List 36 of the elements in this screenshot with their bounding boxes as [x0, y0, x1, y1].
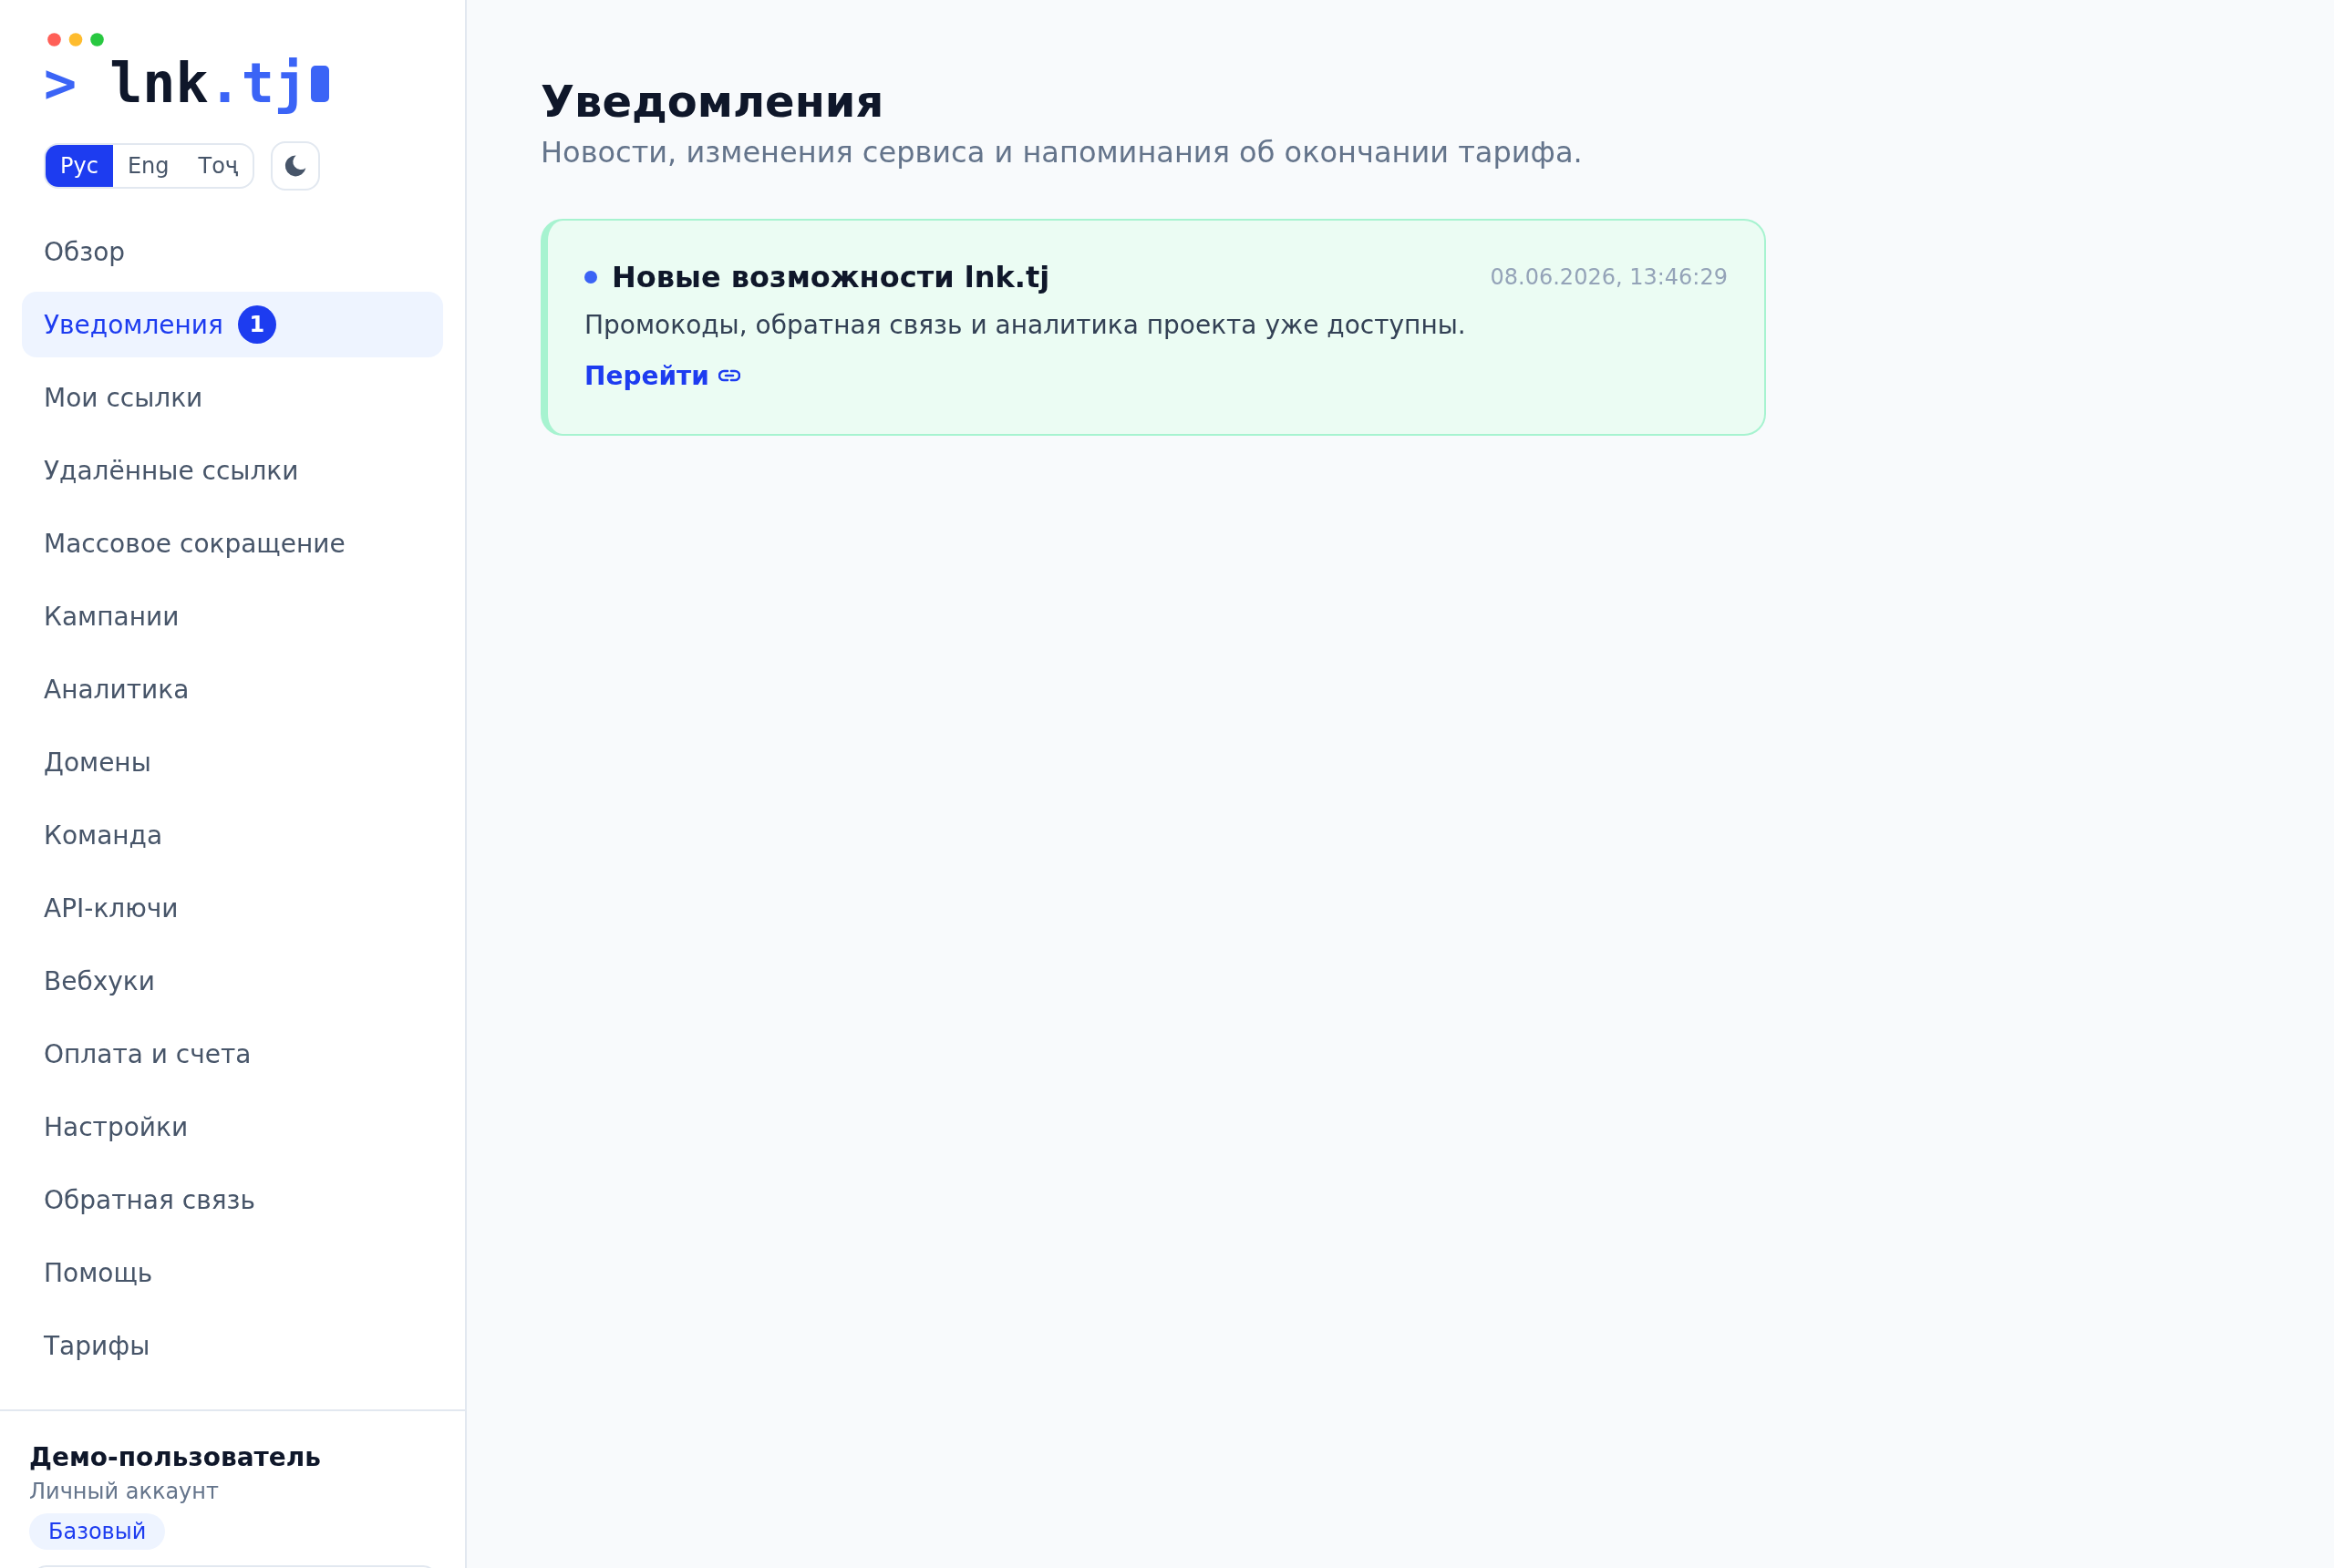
nav-item[interactable]: API-ключи	[22, 875, 443, 941]
moon-icon	[284, 154, 307, 178]
logo-prompt: >	[44, 56, 78, 110]
unread-dot-icon	[584, 271, 597, 284]
count-badge: 1	[237, 305, 276, 344]
language-option[interactable]: Рус	[46, 145, 113, 187]
notification-text: Промокоды, обратная связь и аналитика проекта уже доступны.	[584, 309, 1467, 342]
nav-item[interactable]: Оплата и счета	[22, 1021, 443, 1087]
nav-item[interactable]: Удалённые ссылки	[22, 438, 443, 503]
nav-item[interactable]: Мои ссылки	[22, 365, 443, 430]
plan-badge: Базовый	[29, 1513, 166, 1550]
nav-item[interactable]: Уведомления 1	[22, 292, 443, 357]
nav-item[interactable]: Массовое сокращение	[22, 511, 443, 576]
theme-toggle-button[interactable]	[271, 141, 320, 191]
language-option[interactable]: Eng	[112, 145, 184, 187]
page-subtitle: Новости, изменения сервиса и напоминания об окончании тарифа.	[541, 134, 1584, 171]
nav-item[interactable]: Обратная связь	[22, 1167, 443, 1233]
nav-item[interactable]: Обзор	[22, 219, 443, 284]
nav-item[interactable]: Команда	[22, 802, 443, 868]
window-dots-icon	[47, 33, 104, 46]
notification-time: 08.06.2026, 13:46:29	[1490, 264, 1728, 290]
page-title: Уведомления	[541, 75, 885, 129]
account-name: Демо-пользователь	[29, 1441, 323, 1474]
notification-link[interactable]: Перейти	[584, 357, 740, 394]
nav-item[interactable]: Аналитика	[22, 656, 443, 722]
notification-title: Новые возможности lnk.tj	[612, 260, 1050, 294]
cursor-block-icon	[311, 66, 329, 102]
language-option[interactable]: Тоҷ	[183, 145, 253, 187]
nav-item[interactable]: Вебхуки	[22, 948, 443, 1014]
nav-item[interactable]: Кампании	[22, 583, 443, 649]
account-type: Личный аккаунт	[29, 1478, 220, 1506]
nav-item[interactable]: Тарифы	[22, 1313, 443, 1378]
nav-item[interactable]: Домены	[22, 729, 443, 795]
link-icon	[718, 369, 740, 382]
nav-item[interactable]: Настройки	[22, 1094, 443, 1160]
nav-item[interactable]: Помощь	[22, 1240, 443, 1305]
